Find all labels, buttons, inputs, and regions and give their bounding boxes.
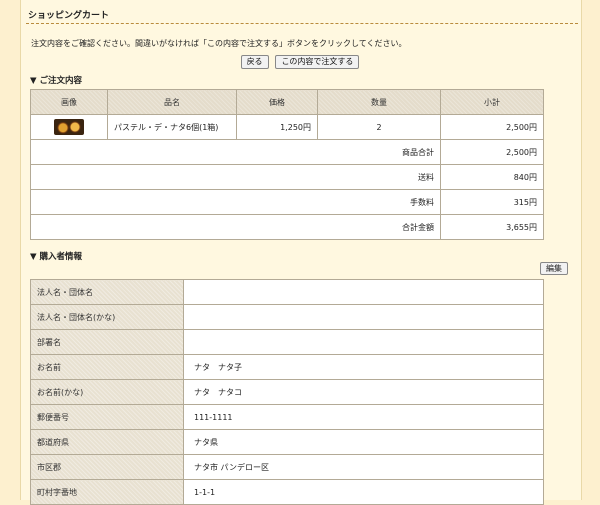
summary-label: 送料 (30, 164, 441, 190)
col-qty: 数量 (317, 89, 441, 115)
buyer-label: 法人名・団体名(かな) (30, 304, 184, 330)
buyer-row: 町村字番地 1-1-1 (30, 479, 544, 505)
summary-value: 3,655円 (440, 214, 544, 240)
buyer-row: お名前 ナタ ナタ子 (30, 354, 544, 380)
item-subtotal: 2,500円 (440, 114, 544, 140)
item-qty: 2 (317, 114, 441, 140)
title-divider (26, 23, 578, 24)
summary-row: 商品合計 2,500円 (30, 139, 544, 165)
buyer-label: お名前(かな) (30, 379, 184, 405)
buyer-value: 1-1-1 (183, 479, 544, 505)
summary-row: 手数料 315円 (30, 189, 544, 215)
buyer-row: 法人名・団体名 (30, 279, 544, 305)
buyer-value: ナタ県 (183, 429, 544, 455)
buyer-value: ナタ ナタコ (183, 379, 544, 405)
buyer-value (183, 279, 544, 305)
item-name: パステル・デ・ナタ6個(1箱) (107, 114, 237, 140)
summary-row: 合計金額 3,655円 (30, 214, 544, 240)
order-item-row: パステル・デ・ナタ6個(1箱) 1,250円 2 2,500円 (30, 114, 544, 140)
buyer-row: 部署名 (30, 329, 544, 355)
buyer-label: 市区郡 (30, 454, 184, 480)
page-title: ショッピングカート (28, 11, 110, 21)
col-price: 価格 (236, 89, 318, 115)
page: ショッピングカート 注文内容をご確認ください。間違いがなければ「この内容で注文す… (0, 0, 600, 505)
buyer-row: お名前(かな) ナタ ナタコ (30, 379, 544, 405)
buyer-label: 法人名・団体名 (30, 279, 184, 305)
buyer-table: 法人名・団体名 法人名・団体名(かな) 部署名 お名前 ナタ ナタ子 お名前(か… (30, 279, 544, 505)
buyer-row: 市区郡 ナタ市 パンデロー区 (30, 454, 544, 480)
summary-value: 2,500円 (440, 139, 544, 165)
buyer-row: 都道府県 ナタ県 (30, 429, 544, 455)
buyer-label: 町村字番地 (30, 479, 184, 505)
buyer-row: 郵便番号 111-1111 (30, 404, 544, 430)
buyer-value: ナタ市 パンデロー区 (183, 454, 544, 480)
item-price: 1,250円 (236, 114, 318, 140)
buyer-section-heading: ▼ 購入者情報 (30, 252, 82, 262)
action-buttons: 戻る この内容で注文する (0, 55, 600, 69)
confirm-order-button[interactable]: この内容で注文する (275, 55, 360, 69)
buyer-value: 111-1111 (183, 404, 544, 430)
buyer-value (183, 329, 544, 355)
buyer-label: 郵便番号 (30, 404, 184, 430)
order-header-row: 画像 品名 価格 数量 小計 (30, 89, 544, 115)
summary-label: 商品合計 (30, 139, 441, 165)
back-button[interactable]: 戻る (240, 55, 269, 69)
order-section-heading: ▼ ご注文内容 (30, 76, 82, 86)
intro-text: 注文内容をご確認ください。間違いがなければ「この内容で注文する」ボタンをクリック… (31, 39, 407, 48)
buyer-label: 部署名 (30, 329, 184, 355)
order-table: 画像 品名 価格 数量 小計 パステル・デ・ナタ6個(1箱) 1,250円 2 … (30, 89, 544, 240)
buyer-label: お名前 (30, 354, 184, 380)
col-subtotal: 小計 (440, 89, 544, 115)
summary-row: 送料 840円 (30, 164, 544, 190)
summary-value: 315円 (440, 189, 544, 215)
buyer-value (183, 304, 544, 330)
item-image-cell (30, 114, 108, 140)
col-image: 画像 (30, 89, 108, 115)
buyer-label: 都道府県 (30, 429, 184, 455)
summary-label: 手数料 (30, 189, 441, 215)
summary-label: 合計金額 (30, 214, 441, 240)
summary-value: 840円 (440, 164, 544, 190)
edit-buyer-button[interactable]: 編集 (540, 262, 568, 275)
col-name: 品名 (107, 89, 237, 115)
buyer-value: ナタ ナタ子 (183, 354, 544, 380)
buyer-row: 法人名・団体名(かな) (30, 304, 544, 330)
pastel-de-nata-thumbnail-icon (54, 119, 84, 135)
